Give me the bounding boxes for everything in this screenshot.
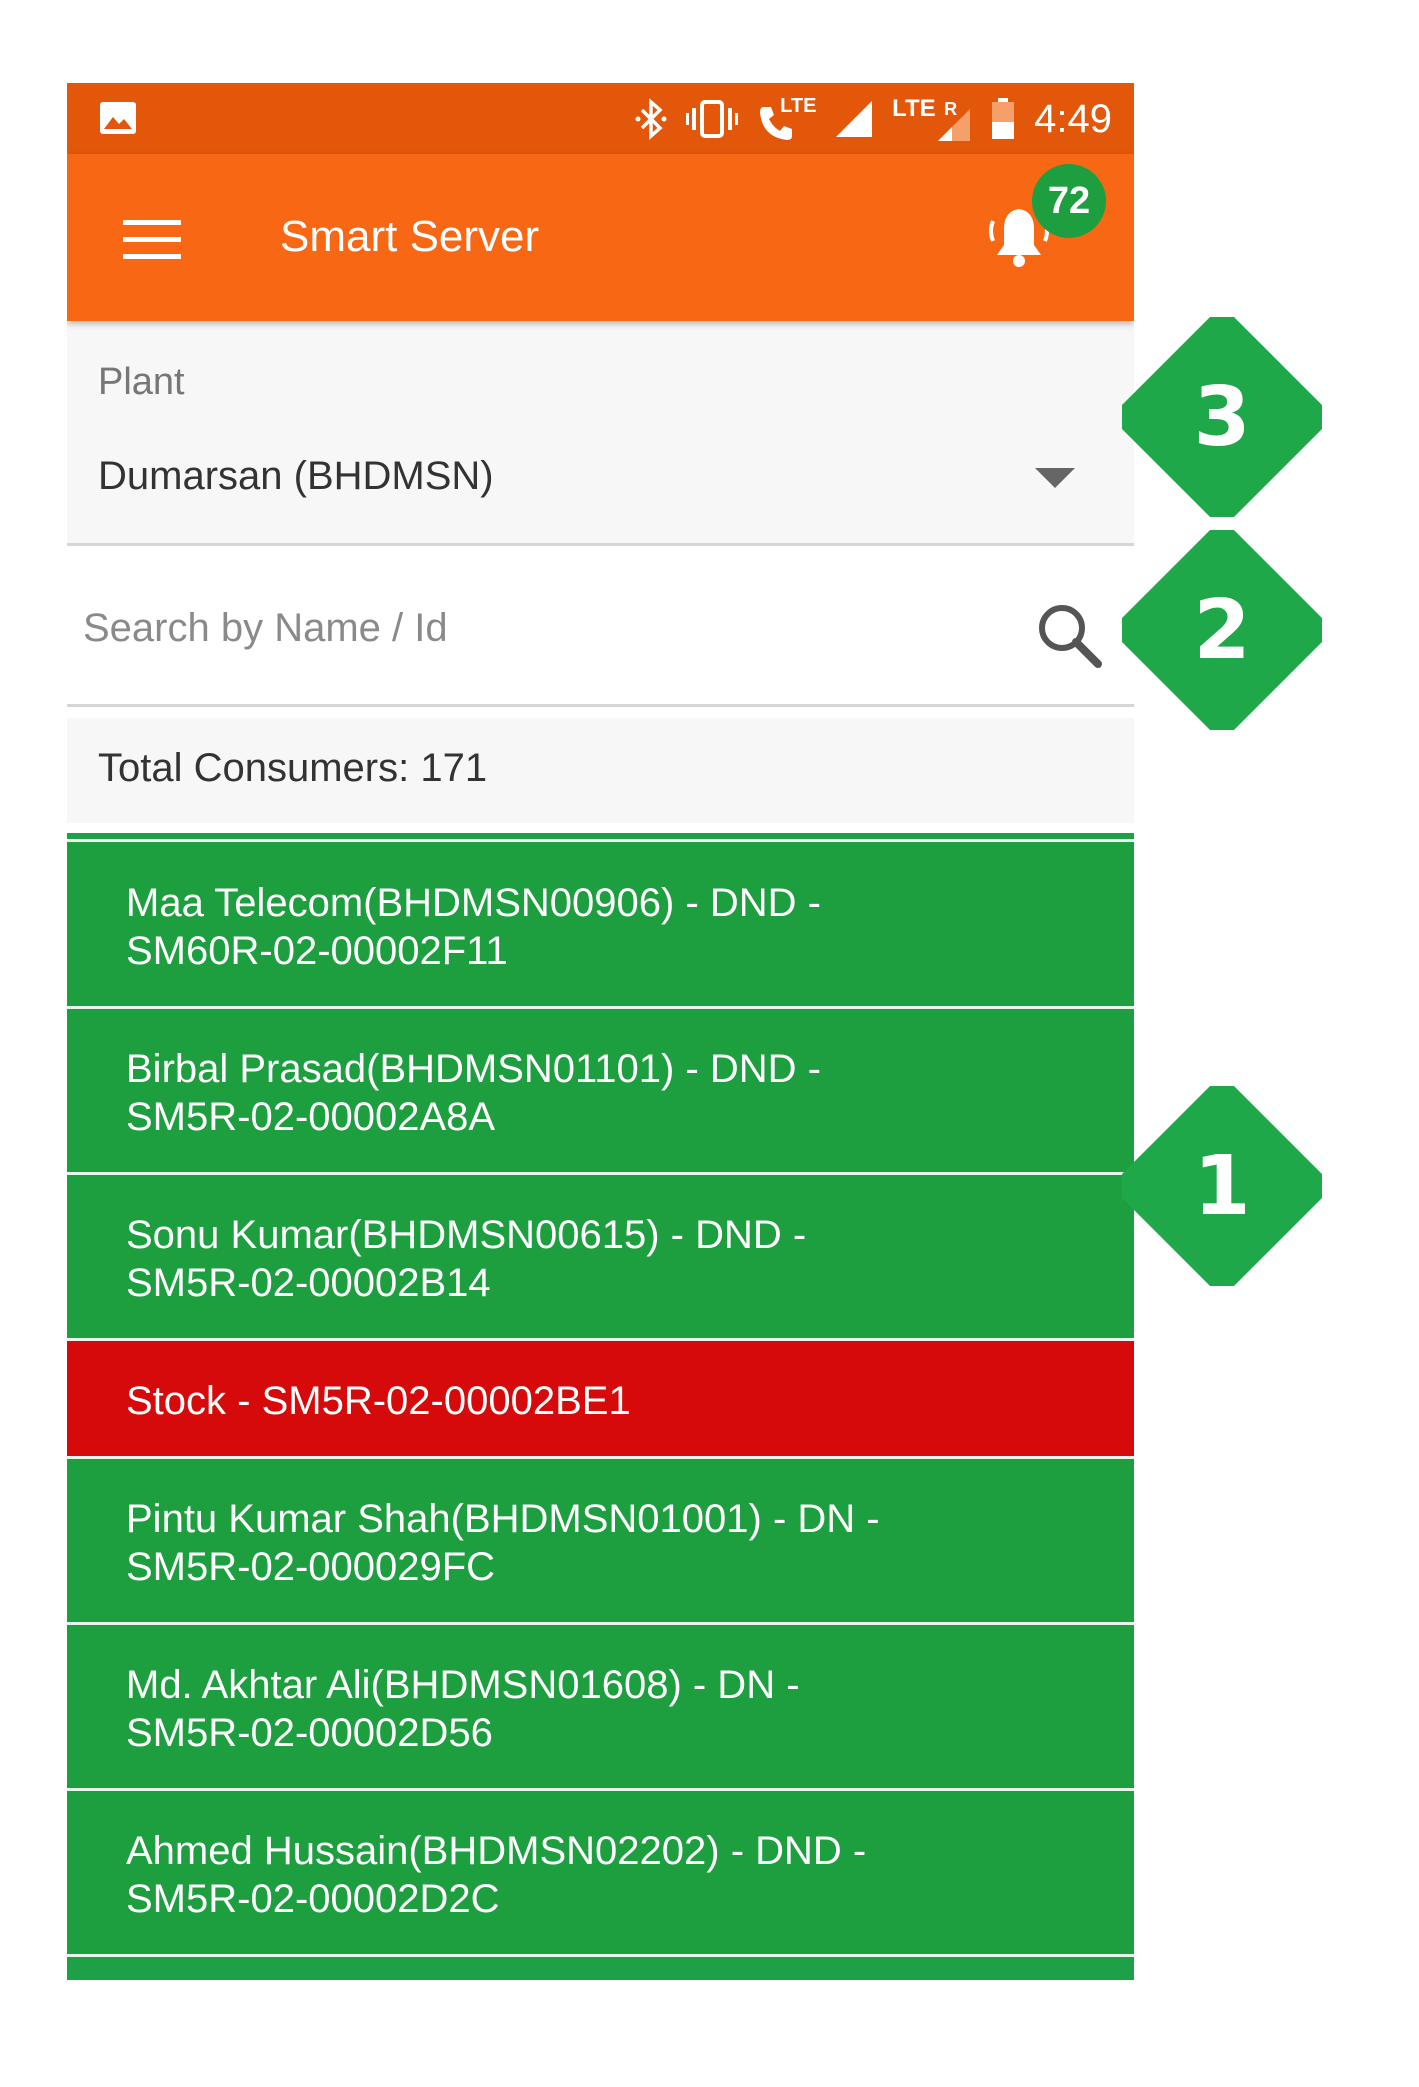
signal-icon: [836, 101, 873, 137]
list-item[interactable]: Md. Akhtar Ali(BHDMSN01608) - DN - SM5R-0…: [67, 1625, 1134, 1791]
list-item-line1: Pintu Kumar Shah(BHDMSN01001) - DN -: [126, 1497, 880, 1541]
list-item-line1: Ahmed Hussain(BHDMSN02202) - DND -: [126, 1829, 867, 1873]
list-item[interactable]: Pintu Kumar Shah(BHDMSN01001) - DN - SM5R…: [67, 1459, 1134, 1625]
bluetooth-icon: [635, 98, 667, 140]
lte-label: LTE: [780, 95, 817, 117]
plant-selected-value[interactable]: Dumarsan (BHDMSN): [98, 454, 494, 499]
callout-marker-2: 2: [1115, 523, 1329, 737]
list-item-line2: SM60R-02-00002F11: [126, 929, 508, 973]
signal-roaming-icon: LTE R: [892, 95, 972, 143]
search-bar: [67, 546, 1134, 707]
list-item-line1: Sonu Kumar(BHDMSN00615) - DND -: [126, 1213, 807, 1257]
total-consumers-text: Total Consumers: 171: [98, 746, 488, 790]
search-icon[interactable]: [1032, 598, 1112, 678]
list-item[interactable]: Sonu Kumar(BHDMSN00615) - DND - SM5R-02-0…: [67, 1175, 1134, 1341]
list-item-line2: SM5R-02-00002A8A: [126, 1095, 496, 1139]
list-item-line1: Maa Telecom(BHDMSN00906) - DND -: [126, 881, 821, 925]
image-icon: [100, 102, 136, 134]
list-item-line2: SM5R-02-00002D2C: [126, 1877, 500, 1921]
dropdown-arrow-icon[interactable]: [1035, 468, 1075, 488]
total-consumers-bar: Total Consumers: 171: [67, 718, 1134, 823]
list-item-line1: Md. Akhtar Ali(BHDMSN01608) - DN -: [126, 1663, 800, 1707]
list-item-line2: SM5R-02-00002B14: [126, 1261, 491, 1305]
battery-icon: [992, 98, 1015, 139]
app-title: Smart Server: [280, 212, 540, 261]
plant-label: Plant: [98, 361, 185, 403]
consumer-list: Maa Telecom(BHDMSN00906) - DND - SM60R-02…: [67, 833, 1134, 1980]
callout-number: 2: [1193, 582, 1251, 678]
vibrate-icon: [686, 100, 739, 138]
list-item-line2: SM5R-02-000029FC: [126, 1545, 496, 1589]
callout-number: 1: [1193, 1138, 1251, 1234]
volte-call-icon: LTE: [756, 95, 816, 143]
callout-marker-3: 3: [1115, 310, 1329, 524]
search-input[interactable]: [81, 592, 985, 664]
app-bar: Smart Server 72: [67, 154, 1134, 321]
list-item[interactable]: Ahmed Hussain(BHDMSN02202) - DND - SM5R-0…: [67, 1791, 1134, 1957]
notification-count-badge[interactable]: 72: [1032, 164, 1106, 238]
status-bar: LTE LTE R 4:49: [67, 83, 1134, 154]
list-item-line2: SM5R-02-00002D56: [126, 1711, 493, 1755]
phone-screen: LTE LTE R 4:49 Smart Server 72 Plant Dum…: [67, 83, 1134, 1980]
callout-number: 3: [1193, 369, 1251, 465]
list-item[interactable]: Birbal Prasad(BHDMSN01101) - DND - SM5R-0…: [67, 1009, 1134, 1175]
status-icons: LTE LTE R 4:49: [634, 93, 1112, 145]
status-time: 4:49: [1034, 96, 1112, 141]
lte-label-2: LTE: [892, 95, 936, 122]
hamburger-menu-icon[interactable]: [123, 220, 181, 260]
callout-marker-1: 1: [1115, 1079, 1329, 1293]
list-item-line1: Birbal Prasad(BHDMSN01101) - DND -: [126, 1047, 821, 1091]
plant-selector[interactable]: Plant Dumarsan (BHDMSN): [67, 321, 1134, 546]
list-item-line1: Stock - SM5R-02-00002BE1: [126, 1379, 631, 1423]
list-item[interactable]: Maa Telecom(BHDMSN00906) - DND - SM60R-02…: [67, 843, 1134, 1009]
list-item-stock[interactable]: Stock - SM5R-02-00002BE1: [67, 1341, 1134, 1459]
